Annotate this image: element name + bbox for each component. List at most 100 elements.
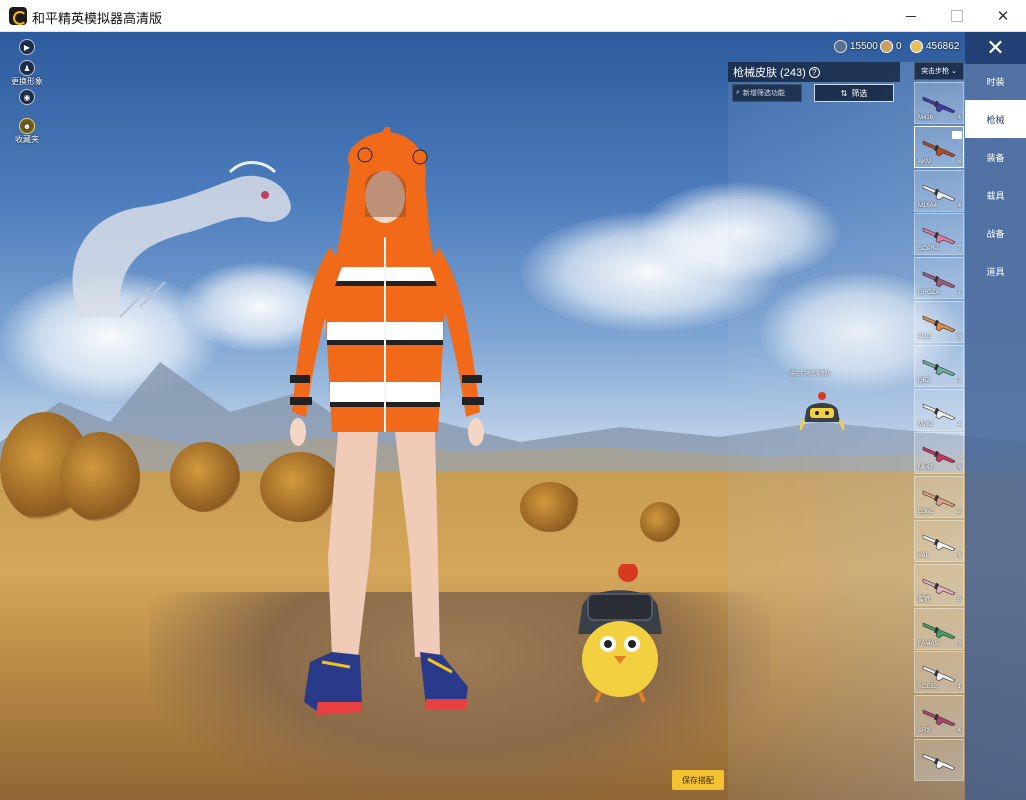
weapon-item[interactable]: M416 4 — [914, 82, 964, 124]
weapon-name: GROZA — [918, 290, 940, 297]
chevron-down-icon: ⌄ — [951, 68, 957, 75]
weapon-name: SCAR-L — [918, 246, 941, 253]
currency-silver: 15500 — [834, 40, 878, 53]
filter-icon: ⇅ — [840, 88, 848, 98]
weapon-item[interactable]: AUG 8 — [914, 300, 964, 343]
weapon-list: M416 4 AKM 8 M16A4 4 SCAR-L 7 GROZA 7 AUG 8 QBZ 2 M762… — [914, 82, 964, 783]
close-window-button[interactable]: ✕ — [980, 0, 1026, 32]
weapon-skin-count: 3 — [957, 640, 961, 647]
weapon-skin-count: 4 — [957, 202, 961, 209]
weapon-skin-count: 7 — [957, 290, 961, 297]
weapon-item[interactable]: Mk47 4 — [914, 432, 964, 475]
search-icon: ⌕ — [736, 89, 740, 96]
weapon-item[interactable]: QBZ 2 — [914, 344, 964, 387]
gold-coin-icon — [910, 40, 923, 53]
tab-fashion[interactable]: 时装 — [965, 62, 1026, 100]
weapon-item[interactable]: ARX 4 — [914, 695, 964, 738]
weapon-skin-count: 4 — [957, 552, 961, 559]
window-title: 和平精英模拟器高清版 — [32, 11, 163, 26]
weapon-item[interactable]: 蜜獾 6 — [914, 563, 964, 606]
search-placeholder: 新增筛选功能 — [742, 90, 785, 97]
weapon-item[interactable]: G36C 2 — [914, 476, 964, 519]
weapon-skin-count: 4 — [957, 421, 961, 428]
skin-panel-title: 枪械皮肤 (243) — [733, 67, 806, 79]
change-appearance-button[interactable]: ♟ 更换形象 — [11, 60, 43, 87]
save-outfit-button[interactable]: 保存搭配 — [672, 770, 724, 790]
category-select[interactable]: 突击步枪 ⌄ — [914, 62, 964, 80]
weapon-item[interactable]: M762 4 — [914, 388, 964, 431]
silver-value: 15500 — [850, 41, 878, 52]
pet-chick — [578, 564, 662, 703]
view-toggle-button[interactable]: ◉ — [19, 89, 35, 105]
weapon-item[interactable]: FAMAS 3 — [914, 607, 964, 650]
autumn-tree — [170, 442, 240, 512]
weapon-skin-count: 4 — [957, 728, 961, 735]
rifle-icon — [922, 446, 956, 464]
app-logo-icon — [9, 7, 27, 25]
dragon-decoration — [72, 161, 291, 318]
skin-preview-icon[interactable] — [800, 390, 844, 434]
player-character — [290, 127, 484, 715]
rifle-icon — [922, 227, 956, 245]
rifle-icon — [922, 665, 956, 683]
weapon-item[interactable]: M16A4 4 — [914, 169, 964, 212]
weapon-name: M762 — [918, 421, 934, 428]
close-icon[interactable]: ✕ — [965, 32, 1026, 64]
weapon-item[interactable]: SCAR-L 7 — [914, 213, 964, 256]
tab-supplies[interactable]: 战备 — [965, 214, 1026, 252]
weapon-item[interactable]: AKM 8 — [914, 125, 964, 168]
tab-weapons[interactable]: 枪械 — [965, 100, 1026, 138]
bronze-value: 0 — [896, 41, 902, 52]
rifle-icon — [922, 271, 956, 289]
weapon-skin-count: 8 — [957, 158, 961, 165]
maximize-button[interactable] — [934, 0, 980, 32]
skin-panel-header: 枪械皮肤 (243) ? — [728, 62, 900, 82]
eye-icon: ◉ — [19, 89, 35, 105]
weapon-name: FAMAS — [918, 640, 939, 647]
search-input[interactable]: ⌕ 新增筛选功能 — [732, 84, 802, 102]
filter-button[interactable]: ⇅ 筛选 — [814, 84, 894, 102]
rifle-icon — [922, 578, 956, 595]
rifle-icon — [922, 622, 956, 639]
autumn-tree — [640, 502, 680, 542]
rifle-icon — [922, 315, 956, 332]
change-appearance-label: 更换形象 — [11, 77, 43, 86]
skin-hint: 请在右侧选择皮肤 — [790, 371, 831, 377]
gold-value: 456862 — [926, 41, 960, 52]
help-icon[interactable]: ? — [808, 66, 820, 78]
rifle-icon — [922, 534, 956, 551]
game-viewport: ▶ ♟ 更换形象 ◉ ☻ 收藏夹 15500 0 456862 枪械皮肤 (24… — [0, 32, 1026, 800]
weapon-name: QBZ — [918, 377, 931, 384]
tab-gear[interactable]: 装备 — [965, 138, 1026, 176]
weapon-name: M416 — [918, 115, 934, 121]
collect-icon: ☻ — [19, 118, 35, 134]
weapon-skin-count: 6 — [957, 596, 961, 603]
filter-label: 筛选 — [851, 88, 868, 98]
bronze-coin-icon — [880, 40, 893, 53]
weapon-skin-count: 7 — [957, 246, 961, 253]
search-row: ⌕ 新增筛选功能 ⇅ 筛选 — [732, 84, 898, 104]
autumn-tree — [60, 432, 140, 522]
weapon-item[interactable]: VAL 4 — [914, 519, 964, 562]
weapon-name: VAL — [918, 552, 929, 559]
category-label: 突击步枪 — [921, 68, 950, 75]
rifle-icon — [922, 753, 956, 770]
rifle-icon — [922, 490, 956, 508]
rifle-icon — [922, 403, 956, 420]
rifle-icon — [922, 96, 956, 113]
tab-vehicles[interactable]: 载具 — [965, 176, 1026, 214]
weapon-name: ACE32 — [918, 684, 938, 691]
collect-button[interactable]: ☻ 收藏夹 — [15, 118, 39, 145]
weapon-item[interactable]: ACE32 1 — [914, 651, 964, 694]
minimize-button[interactable] — [888, 0, 934, 32]
weapon-skin-count: 8 — [957, 333, 961, 340]
play-button[interactable]: ▶ — [19, 39, 35, 55]
weapon-name: AKM — [918, 158, 932, 165]
weapon-skin-count: 2 — [957, 509, 961, 516]
tab-items[interactable]: 道具 — [965, 252, 1026, 290]
play-icon: ▶ — [19, 39, 35, 55]
weapon-item[interactable] — [914, 738, 964, 781]
weapon-item[interactable]: GROZA 7 — [914, 257, 964, 300]
autumn-tree — [520, 482, 580, 532]
right-nav: ✕ 时装 枪械 装备 载具 战备 道具 — [965, 32, 1026, 800]
